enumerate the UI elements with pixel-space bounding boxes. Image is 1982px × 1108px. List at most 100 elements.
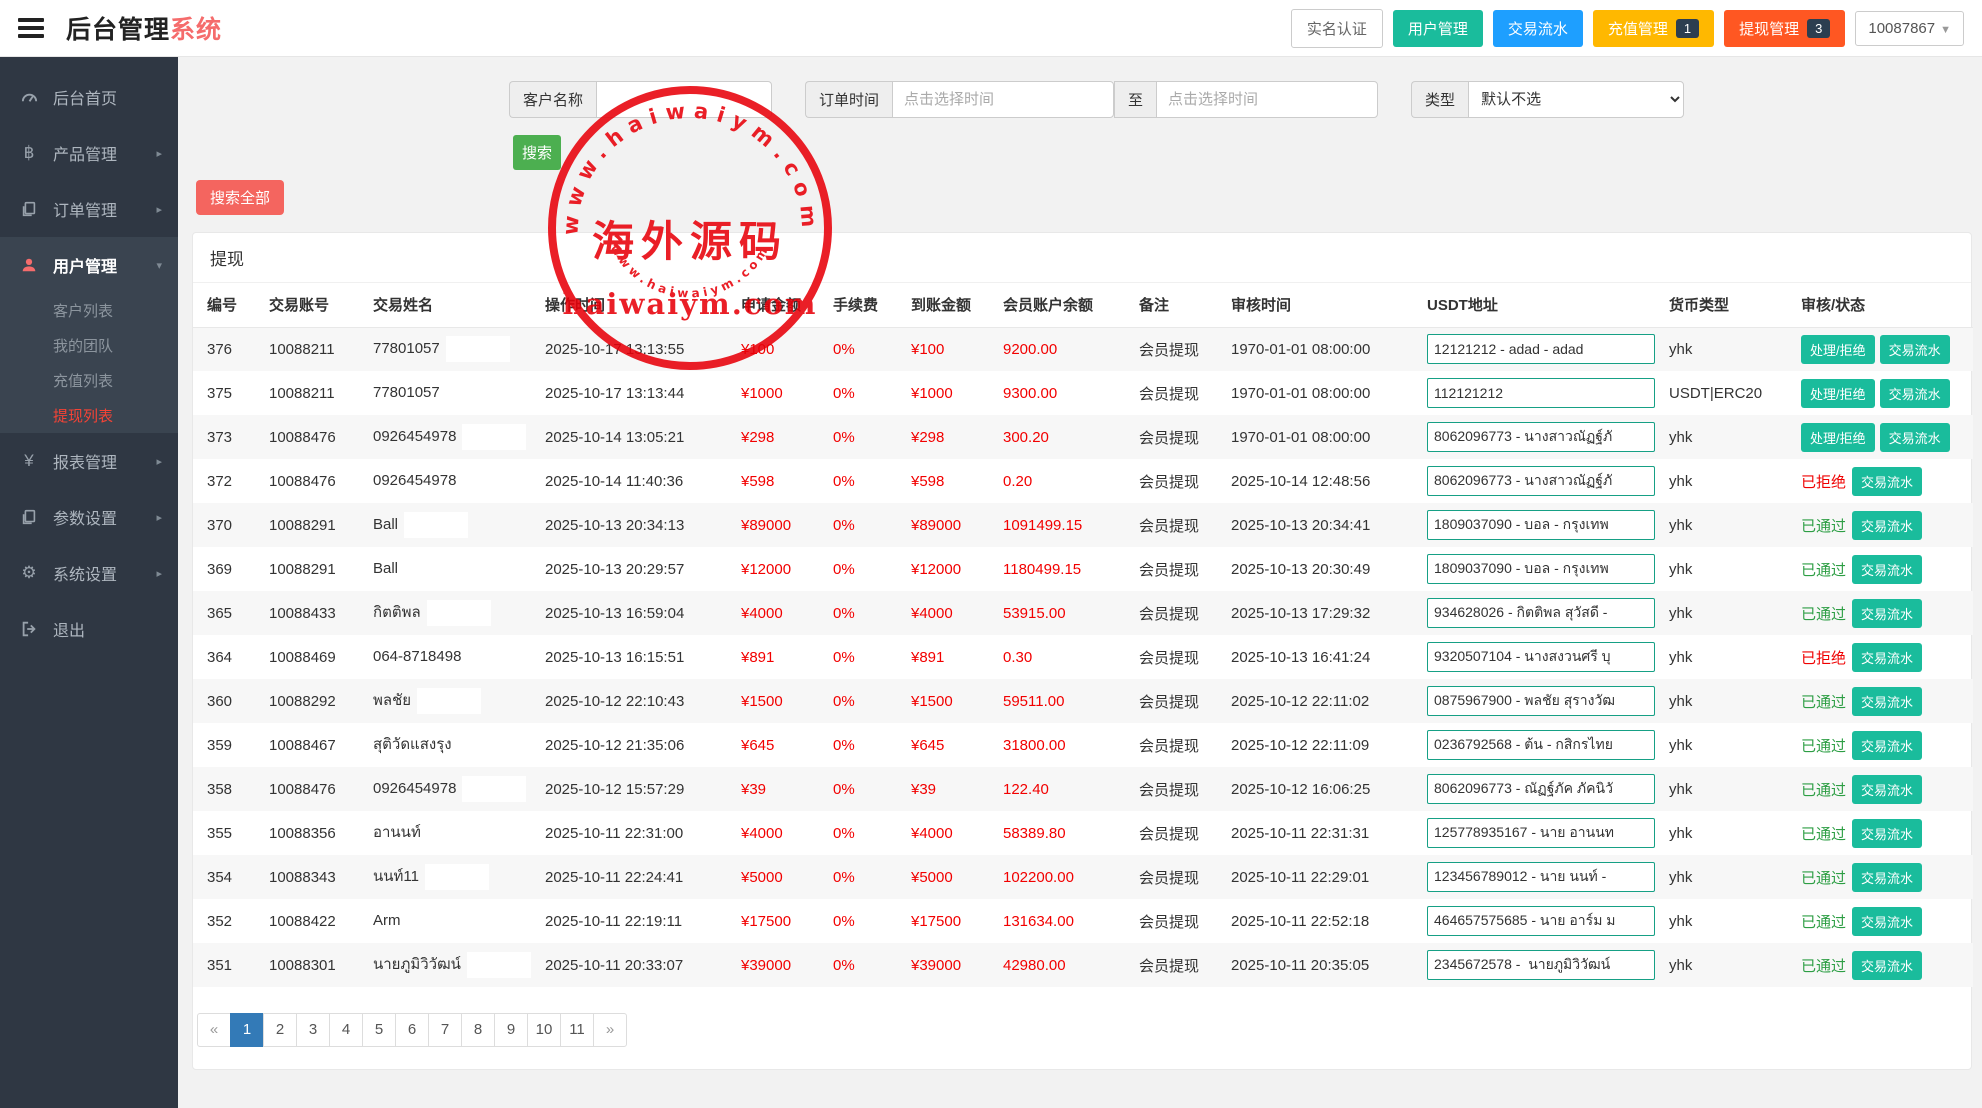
page-button-2[interactable]: 2 — [263, 1013, 297, 1047]
cell-id: 352 — [193, 899, 259, 943]
cell-id: 375 — [193, 371, 259, 415]
transaction-flow-button[interactable]: 交易流水 — [1852, 819, 1922, 848]
menu-toggle-icon[interactable] — [18, 14, 44, 42]
usdt-address-input[interactable] — [1427, 642, 1655, 672]
search-button[interactable]: 搜索 — [513, 135, 561, 170]
cell-amount: ¥100 — [731, 327, 823, 371]
withdraw-manage-button[interactable]: 提现管理3 — [1724, 10, 1845, 47]
usdt-address-input[interactable] — [1427, 730, 1655, 760]
usdt-address-input[interactable] — [1427, 686, 1655, 716]
transaction-flow-button[interactable]: 交易流水 — [1852, 951, 1922, 980]
usdt-address-input[interactable] — [1427, 378, 1655, 408]
chevron-right-icon: ▸ — [156, 203, 162, 216]
usdt-address-input[interactable] — [1427, 950, 1655, 980]
user-manage-button[interactable]: 用户管理 — [1393, 10, 1483, 47]
status-label: 已通过 — [1801, 562, 1846, 579]
process-reject-button[interactable]: 处理/拒绝 — [1801, 335, 1875, 364]
cell-name: 77801057 — [363, 327, 535, 371]
usdt-address-input[interactable] — [1427, 774, 1655, 804]
sidebar-item-dashboard[interactable]: 后台首页 — [0, 69, 178, 125]
account-dropdown[interactable]: 10087867▼ — [1855, 11, 1964, 46]
sidebar-item-reports[interactable]: ¥ 报表管理 ▸ — [0, 433, 178, 489]
order-time-start-input[interactable] — [892, 81, 1114, 118]
sidebar-item-users[interactable]: 用户管理 ▾ — [0, 237, 178, 293]
usdt-address-input[interactable] — [1427, 862, 1655, 892]
usdt-address-input[interactable] — [1427, 422, 1655, 452]
page-button-1[interactable]: 1 — [230, 1013, 264, 1047]
sidebar-item-products[interactable]: ฿ 产品管理 ▸ — [0, 125, 178, 181]
transaction-flow-button[interactable]: 交易流水 — [1880, 423, 1950, 452]
process-reject-button[interactable]: 处理/拒绝 — [1801, 379, 1875, 408]
type-select[interactable]: 默认不选 — [1468, 81, 1684, 118]
cell-status: 处理/拒绝交易流水 — [1791, 371, 1973, 415]
transaction-flow-button[interactable]: 交易流水 — [1852, 555, 1922, 584]
search-all-button[interactable]: 搜索全部 — [196, 180, 284, 215]
sidebar-item-recharge-list[interactable]: 充值列表 — [0, 363, 178, 398]
cell-currency: yhk — [1659, 855, 1791, 899]
page-button-7[interactable]: 7 — [428, 1013, 462, 1047]
transaction-flow-button[interactable]: 交易流水 — [1852, 863, 1922, 892]
page-button-8[interactable]: 8 — [461, 1013, 495, 1047]
page-button-9[interactable]: 9 — [494, 1013, 528, 1047]
cell-balance: 58389.80 — [993, 811, 1129, 855]
sidebar-item-parameters[interactable]: 参数设置 ▸ — [0, 489, 178, 545]
cell-status: 已通过交易流水 — [1791, 767, 1973, 811]
page-button-6[interactable]: 6 — [395, 1013, 429, 1047]
sidebar-item-logout[interactable]: 退出 — [0, 601, 178, 657]
cell-audit-time: 1970-01-01 08:00:00 — [1221, 415, 1417, 459]
sidebar-item-customer-list[interactable]: 客户列表 — [0, 293, 178, 328]
cell-receive: ¥12000 — [901, 547, 993, 591]
cell-receive: ¥89000 — [901, 503, 993, 547]
recharge-manage-button[interactable]: 充值管理1 — [1593, 10, 1714, 47]
page-button-4[interactable]: 4 — [329, 1013, 363, 1047]
cell-fee: 0% — [823, 899, 901, 943]
cell-account: 10088291 — [259, 547, 363, 591]
cell-remark: 会员提现 — [1129, 591, 1221, 635]
transaction-flow-button[interactable]: 交易流水 — [1852, 731, 1922, 760]
transaction-flow-button[interactable]: 交易流水 — [1852, 511, 1922, 540]
page-button-3[interactable]: 3 — [296, 1013, 330, 1047]
cell-name: Ball — [363, 547, 535, 591]
cell-name: นายภูมิวิวัฒน์ — [363, 943, 535, 987]
usdt-address-input[interactable] — [1427, 598, 1655, 628]
page-button-10[interactable]: 10 — [527, 1013, 561, 1047]
usdt-address-input[interactable] — [1427, 510, 1655, 540]
transaction-flow-button[interactable]: 交易流水 — [1880, 335, 1950, 364]
customer-name-input[interactable] — [596, 81, 772, 118]
transaction-flow-button[interactable]: 交易流水 — [1852, 599, 1922, 628]
sidebar-item-orders[interactable]: 订单管理 ▸ — [0, 181, 178, 237]
cell-id: 351 — [193, 943, 259, 987]
customer-name-group: 客户名称 — [509, 81, 772, 118]
table-row: 360 10088292 พลชัย 2025-10-12 22:10:43 ¥… — [193, 679, 1973, 723]
transaction-flow-button[interactable]: 交易流水 — [1852, 643, 1922, 672]
usdt-address-input[interactable] — [1427, 554, 1655, 584]
status-label: 已通过 — [1801, 606, 1846, 623]
usdt-address-input[interactable] — [1427, 906, 1655, 936]
transaction-flow-button[interactable]: 交易流水 — [1852, 907, 1922, 936]
transaction-flow-button[interactable]: 交易流水 — [1852, 467, 1922, 496]
page-prev[interactable]: « — [197, 1013, 231, 1047]
realname-auth-button[interactable]: 实名认证 — [1291, 9, 1383, 48]
cell-op-time: 2025-10-13 20:29:57 — [535, 547, 731, 591]
usdt-address-input[interactable] — [1427, 334, 1655, 364]
usdt-address-input[interactable] — [1427, 466, 1655, 496]
cell-audit-time: 2025-10-11 22:29:01 — [1221, 855, 1417, 899]
page-button-11[interactable]: 11 — [560, 1013, 594, 1047]
process-reject-button[interactable]: 处理/拒绝 — [1801, 423, 1875, 452]
transaction-flow-button[interactable]: 交易流水 — [1852, 687, 1922, 716]
cell-id: 372 — [193, 459, 259, 503]
usdt-address-input[interactable] — [1427, 818, 1655, 848]
sidebar-item-system-settings[interactable]: ⚙ 系统设置 ▸ — [0, 545, 178, 601]
cell-op-time: 2025-10-17 13:13:55 — [535, 327, 731, 371]
page-button-5[interactable]: 5 — [362, 1013, 396, 1047]
transaction-flow-header-button[interactable]: 交易流水 — [1493, 10, 1583, 47]
transaction-flow-button[interactable]: 交易流水 — [1852, 775, 1922, 804]
cell-remark: 会员提现 — [1129, 899, 1221, 943]
transaction-flow-button[interactable]: 交易流水 — [1880, 379, 1950, 408]
cell-fee: 0% — [823, 327, 901, 371]
order-time-end-input[interactable] — [1156, 81, 1378, 118]
redaction-mask — [427, 600, 491, 626]
sidebar-item-withdraw-list[interactable]: 提现列表 — [0, 398, 178, 433]
sidebar-item-my-team[interactable]: 我的团队 — [0, 328, 178, 363]
page-next[interactable]: » — [593, 1013, 627, 1047]
